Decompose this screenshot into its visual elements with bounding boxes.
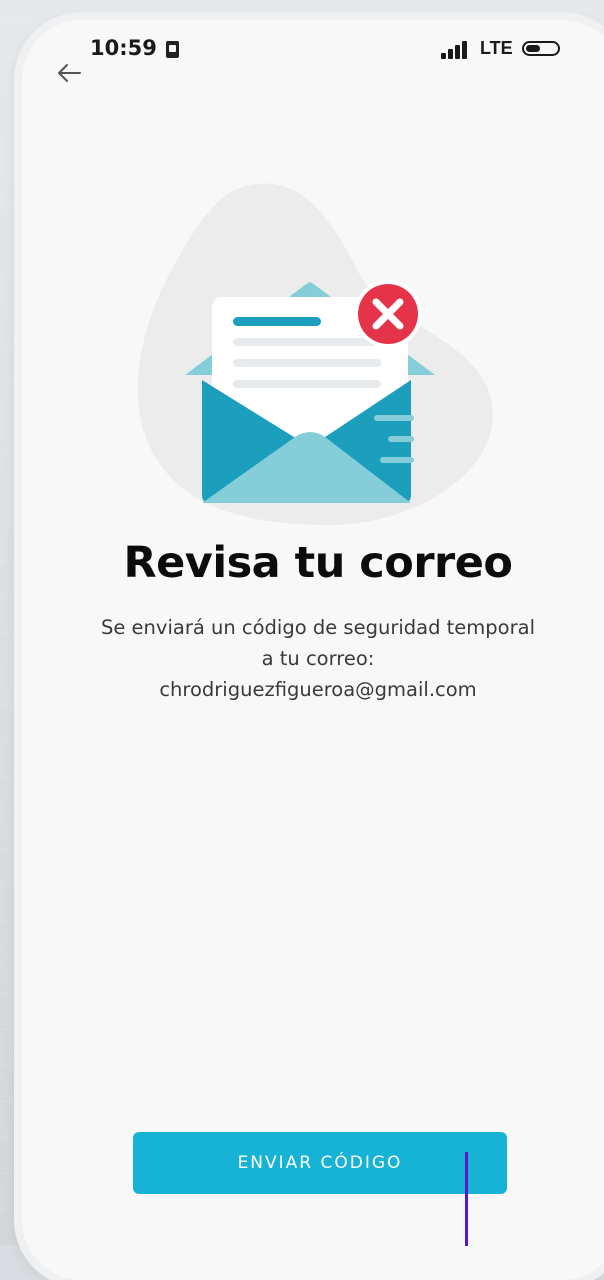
email-address: chrodriguezfigueroa@gmail.com (159, 678, 477, 701)
battery-icon (522, 41, 560, 56)
status-bar: 10:59 LTE (90, 36, 590, 66)
description: Se enviará un código de seguridad tempor… (52, 612, 584, 705)
close-circle-icon (354, 280, 422, 348)
email-error-illustration (130, 175, 510, 525)
pointer-indicator (465, 1152, 468, 1246)
back-button[interactable] (54, 58, 84, 88)
send-code-button[interactable]: ENVIAR CÓDIGO (133, 1132, 507, 1194)
description-line-2: a tu correo: (261, 647, 375, 670)
network-type: LTE (480, 38, 513, 58)
page-title: Revisa tu correo (123, 538, 513, 588)
cellular-signal-icon (441, 41, 471, 59)
phone-screen: 10:59 LTE Revisa tu correo Se enviará un… (22, 20, 604, 1280)
sim-card-icon (166, 41, 179, 58)
status-time: 10:59 (90, 36, 157, 60)
arrow-left-icon (58, 64, 81, 82)
description-line-1: Se enviará un código de seguridad tempor… (100, 616, 535, 639)
